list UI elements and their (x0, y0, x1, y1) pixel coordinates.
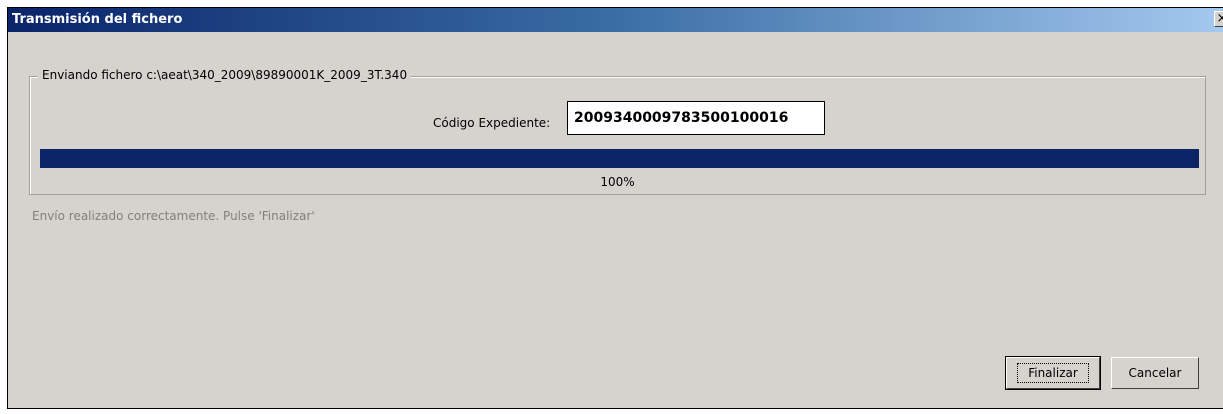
codigo-expediente-field[interactable]: 2009340009783500100016 (567, 101, 825, 135)
title-bar[interactable]: Transmisión del fichero × (8, 8, 1223, 32)
progress-bar (40, 149, 1199, 168)
codigo-expediente-label: Código Expediente: (433, 116, 551, 130)
finalizar-button[interactable]: Finalizar (1005, 356, 1101, 390)
progress-bar-fill (40, 149, 1199, 168)
progress-percent-text: 100% (600, 175, 635, 189)
finalizar-button-label: Finalizar (1017, 363, 1089, 383)
transmission-dialog: Transmisión del fichero × Enviando fiche… (7, 7, 1223, 409)
sending-file-group: Enviando fichero c:\aeat\340_2009\898900… (29, 68, 1206, 195)
status-message: Envío realizado correctamente. Pulse 'Fi… (32, 209, 315, 223)
close-icon[interactable]: × (1214, 11, 1223, 27)
window-title: Transmisión del fichero (12, 12, 183, 27)
sending-file-legend: Enviando fichero c:\aeat\340_2009\898900… (38, 68, 412, 82)
cancelar-button[interactable]: Cancelar (1111, 357, 1199, 389)
